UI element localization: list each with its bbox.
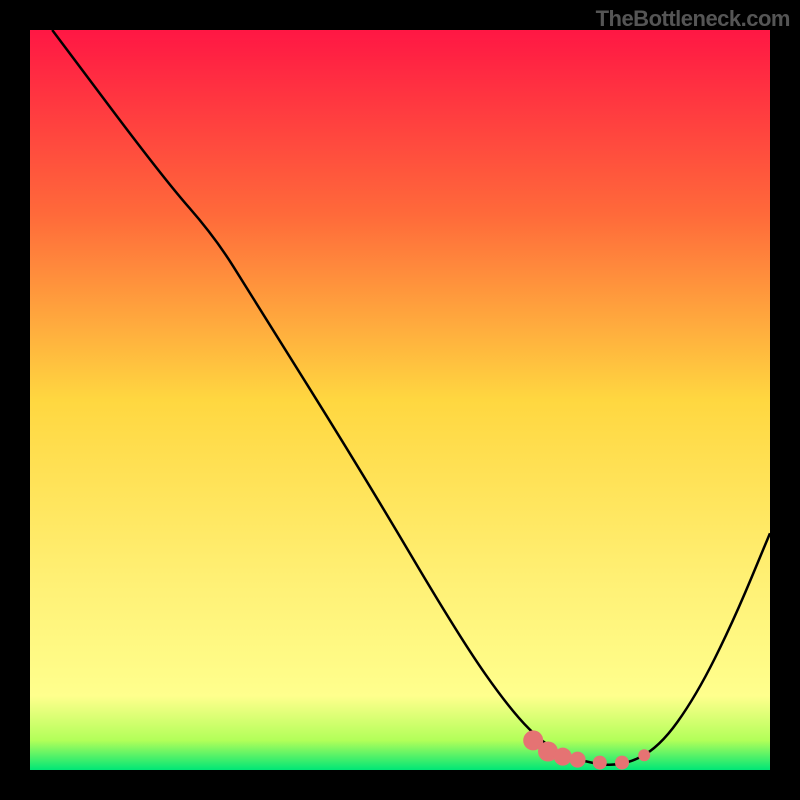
- highlight-dot: [570, 752, 586, 768]
- highlight-dot: [593, 756, 607, 770]
- chart-area: [30, 30, 770, 770]
- highlight-dot: [615, 756, 629, 770]
- watermark-text: TheBottleneck.com: [596, 6, 790, 32]
- highlight-dot: [554, 748, 572, 766]
- chart-svg: [30, 30, 770, 770]
- gradient-rect: [30, 30, 770, 770]
- highlight-dot: [638, 749, 650, 761]
